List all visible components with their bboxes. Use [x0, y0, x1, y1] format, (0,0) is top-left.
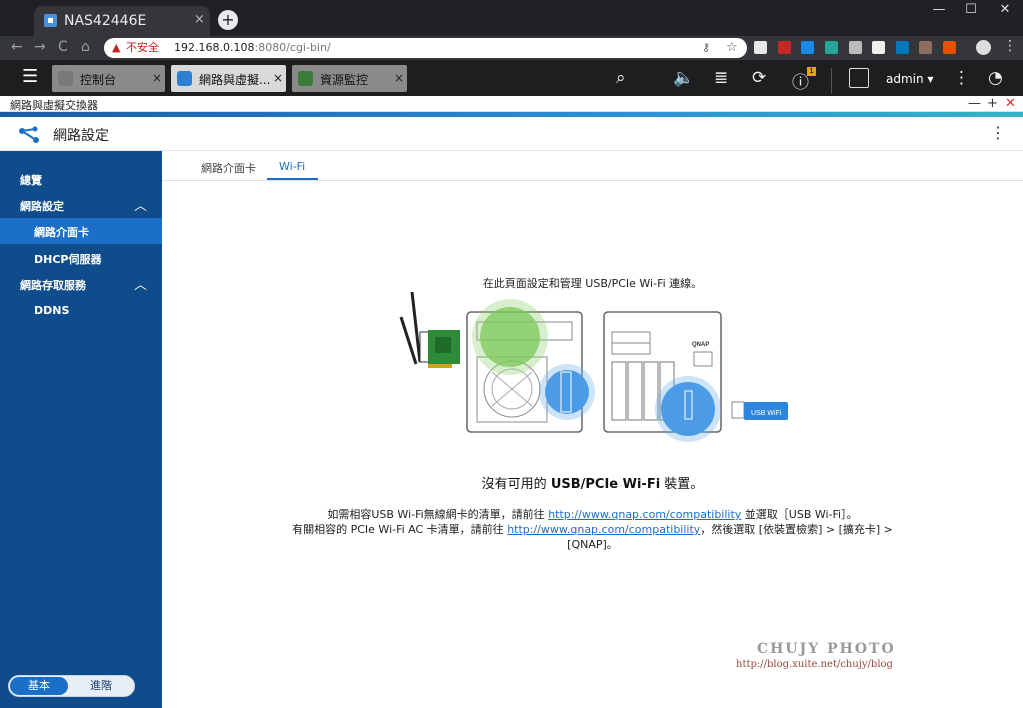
- back-icon[interactable]: ←: [11, 39, 23, 55]
- extension-arrow-icon[interactable]: [801, 41, 814, 54]
- nas-favicon-icon: [44, 14, 57, 27]
- dashboard-gauge-icon[interactable]: ◔: [988, 68, 1003, 88]
- monitor-chart-icon: [298, 71, 313, 86]
- compatibility-link-pcie[interactable]: http://www.qnap.com/compatibility: [507, 523, 700, 536]
- no-device-message: 沒有可用的 USB/PCIe Wi-Fi 裝置。: [481, 477, 704, 492]
- user-icon[interactable]: [849, 68, 869, 88]
- close-icon[interactable]: ×: [273, 71, 283, 85]
- minimize-window-button[interactable]: —: [924, 2, 954, 17]
- close-app-button[interactable]: ✕: [1005, 96, 1016, 111]
- qts-tab-label: 網路與虛擬...: [199, 73, 271, 87]
- profile-avatar[interactable]: [976, 40, 991, 55]
- usb-wifi-label: USB WiFi: [751, 410, 782, 417]
- compatibility-link-usb[interactable]: http://www.qnap.com/compatibility: [548, 508, 741, 521]
- sidebar-item-interfaces[interactable]: 網路介面卡: [0, 218, 162, 244]
- maximize-app-button[interactable]: +: [987, 96, 998, 111]
- tab-wifi[interactable]: Wi-Fi: [279, 160, 305, 173]
- maximize-window-button[interactable]: ☐: [956, 2, 986, 17]
- app-window-title: 網路與虛擬交換器: [10, 99, 98, 112]
- extension-adblock-icon[interactable]: [778, 41, 791, 54]
- wifi-illustration: QNAP USB WiFi: [399, 292, 788, 442]
- minimize-app-button[interactable]: —: [968, 96, 981, 111]
- intro-text: 在此頁面設定和管理 USB/PCIe Wi-Fi 連線。: [482, 277, 703, 290]
- mode-toggle[interactable]: 基本 進階: [8, 675, 135, 697]
- mode-advanced-button[interactable]: 進階: [69, 677, 133, 695]
- volume-icon[interactable]: 🔈: [673, 68, 694, 88]
- gear-icon: [58, 71, 73, 86]
- pcie-compat-line: 有關相容的 PCIe Wi-Fi AC 卡清單，請前往 http://www.q…: [292, 523, 893, 536]
- key-icon[interactable]: ⚷: [702, 38, 710, 58]
- chevron-up-icon: ︿: [134, 199, 148, 214]
- hamburger-menu-icon[interactable]: ☰: [22, 66, 38, 87]
- divider: [831, 68, 832, 94]
- insecure-label: 不安全: [126, 41, 159, 54]
- qts-tab-resource-monitor[interactable]: 資源監控 ×: [292, 65, 407, 92]
- extension-photo-icon[interactable]: [896, 41, 909, 54]
- more-options-icon[interactable]: ⋮: [990, 123, 1006, 142]
- browser-tab[interactable]: NAS42446E ×: [34, 6, 210, 36]
- extension-gear-icon[interactable]: [919, 41, 932, 54]
- network-settings-icon: [19, 126, 39, 143]
- extension-gem-icon[interactable]: [943, 41, 956, 54]
- qnap-logo: QNAP: [692, 342, 709, 348]
- warning-icon: ▲: [112, 41, 121, 54]
- watermark-name: CHUJY PHOTO: [757, 641, 896, 657]
- qts-tab-network[interactable]: 網路與虛擬... ×: [171, 65, 286, 92]
- extension-shield-icon[interactable]: [825, 41, 838, 54]
- active-tab-indicator: [267, 178, 318, 180]
- qts-tab-label: 控制台: [80, 73, 117, 87]
- pcie-compat-line-2: [QNAP]。: [567, 538, 618, 551]
- close-window-button[interactable]: ✕: [990, 2, 1020, 17]
- reload-icon[interactable]: C: [58, 39, 68, 55]
- sidebar-item-ddns[interactable]: DDNS: [0, 298, 162, 324]
- tab-interfaces[interactable]: 網路介面卡: [201, 160, 256, 176]
- qts-tab-control-panel[interactable]: 控制台 ×: [52, 65, 165, 92]
- network-icon: [177, 71, 192, 86]
- sidebar-item-overview[interactable]: 總覽: [0, 166, 162, 192]
- sidebar-item-network-settings[interactable]: 網路設定 ︿: [0, 192, 162, 218]
- browser-tab-title: NAS42446E: [64, 13, 147, 29]
- sidebar-item-dhcp[interactable]: DHCP伺服器: [0, 245, 162, 271]
- close-icon[interactable]: ×: [394, 71, 404, 85]
- user-menu[interactable]: admin ▾: [886, 72, 933, 86]
- mode-basic-button[interactable]: 基本: [10, 677, 68, 695]
- watermark-url: http://blog.xuite.net/chujy/blog: [736, 659, 893, 670]
- close-icon[interactable]: ×: [152, 71, 162, 85]
- forward-icon[interactable]: →: [34, 39, 46, 55]
- url-text: 192.168.0.108:8080/cgi-bin/: [174, 41, 331, 54]
- search-icon[interactable]: ⌕: [616, 68, 626, 88]
- stack-icon[interactable]: ≣: [714, 68, 728, 88]
- address-bar[interactable]: ▲ 不安全 192.168.0.108:8080/cgi-bin/ ⚷ ☆: [104, 38, 747, 58]
- extension-capture-icon[interactable]: [872, 41, 885, 54]
- chevron-up-icon: ︿: [134, 278, 148, 293]
- sync-icon[interactable]: ⟳: [752, 68, 766, 88]
- home-icon[interactable]: ⌂: [81, 39, 90, 55]
- qts-tab-label: 資源監控: [320, 73, 369, 87]
- more-options-icon[interactable]: ⋮: [953, 68, 970, 88]
- notification-badge: 1: [807, 67, 816, 76]
- usb-compat-line: 如需相容USB Wi-Fi無線網卡的清單，請前往 http://www.qnap…: [327, 508, 858, 521]
- browser-menu-icon[interactable]: ⋮: [1003, 38, 1017, 54]
- new-tab-button[interactable]: +: [218, 10, 238, 30]
- close-tab-icon[interactable]: ×: [194, 12, 205, 27]
- sidebar-item-network-access[interactable]: 網路存取服務 ︿: [0, 271, 162, 297]
- app-header: 網路設定 ⋮: [0, 117, 1023, 151]
- page-title: 網路設定: [53, 128, 109, 144]
- extension-form-icon[interactable]: [754, 41, 767, 54]
- bookmark-star-icon[interactable]: ☆: [726, 38, 738, 58]
- app-window-titlebar: 網路與虛擬交換器 — + ✕: [0, 96, 1023, 112]
- extension-cursor-icon[interactable]: [849, 41, 862, 54]
